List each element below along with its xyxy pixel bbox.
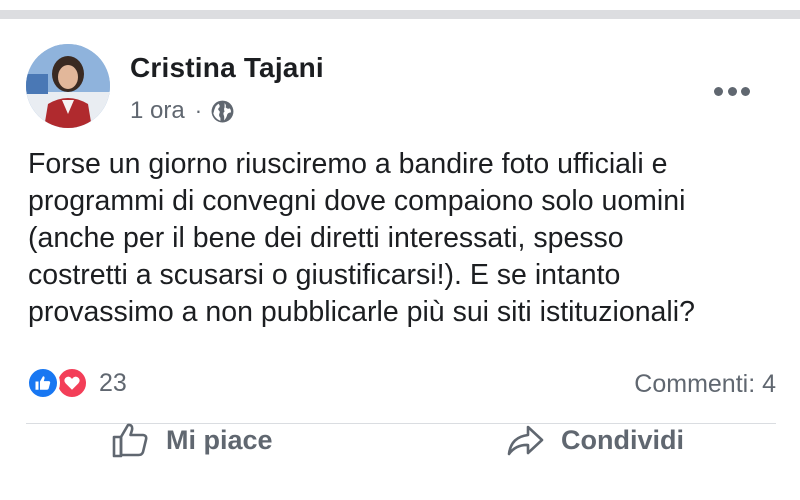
more-dot: [714, 86, 723, 96]
post-text-line: (anche per il bene dei diretti interessa…: [28, 222, 624, 254]
comments-count-link[interactable]: Commenti: 4: [634, 370, 776, 399]
reaction-count: 23: [99, 368, 127, 397]
author-name[interactable]: Cristina Tajani: [130, 52, 324, 84]
meta-separator: ·: [194, 98, 203, 123]
globe-icon[interactable]: [210, 99, 235, 124]
like-button[interactable]: Mi piace: [110, 402, 273, 478]
avatar[interactable]: [26, 44, 110, 128]
reactions-summary[interactable]: 23: [26, 366, 127, 400]
heart-icon: [64, 376, 80, 390]
thumbs-up-icon: [35, 376, 51, 390]
post-meta: 1 ora ·: [130, 94, 235, 128]
more-options-icon[interactable]: [714, 84, 750, 98]
post-time[interactable]: 1 ora: [130, 97, 185, 125]
post-text: Forse un giorno riusciremo a bandire fot…: [28, 146, 778, 331]
share-button[interactable]: Condividi: [505, 402, 684, 478]
post-text-line: programmi di convegni dove compaiono sol…: [28, 185, 686, 217]
avatar-photo: [26, 44, 110, 128]
post-text-line: provassimo a non pubblicarle più sui sit…: [28, 296, 695, 328]
more-dot: [727, 86, 737, 96]
like-button-label: Mi piace: [166, 424, 273, 455]
love-reaction-icon: [55, 366, 89, 400]
post-header: Cristina Tajani 1 ora ·: [26, 44, 776, 134]
post-stats: 23 Commenti: 4: [26, 362, 776, 406]
post-text-line: Forse un giorno riusciremo a bandire fot…: [28, 148, 668, 180]
post-text-line: costretti a scusarsi o giustificarsi!). …: [28, 259, 621, 291]
more-dot: [741, 86, 750, 96]
share-arrow-icon: [507, 425, 544, 456]
feed-divider: [0, 10, 800, 19]
share-button-label: Condividi: [561, 424, 684, 455]
like-reaction-icon: [26, 366, 60, 400]
thumbs-up-outline-icon: [112, 423, 148, 458]
top-strip: [0, 0, 800, 22]
post-actions: Mi piace Condividi: [0, 402, 800, 478]
